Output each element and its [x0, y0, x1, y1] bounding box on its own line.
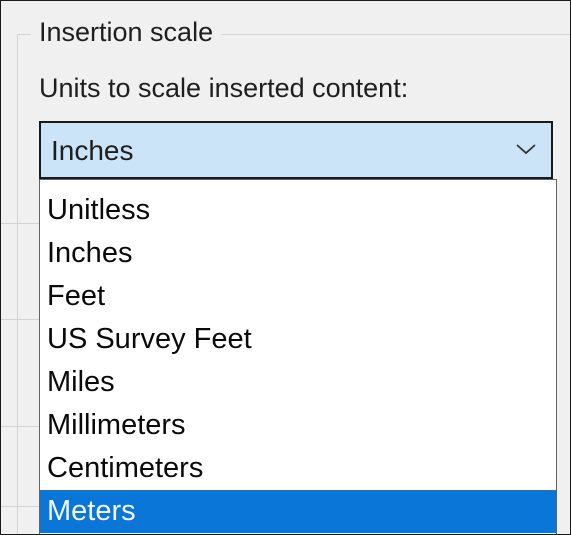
units-dropdown-list[interactable]: Unitless Inches Feet US Survey Feet Mile… [39, 179, 557, 534]
option-centimeters[interactable]: Centimeters [40, 447, 556, 490]
option-meters[interactable]: Meters [40, 490, 556, 533]
separator-line [1, 506, 41, 507]
option-unitless[interactable]: Unitless [40, 189, 556, 232]
option-miles[interactable]: Miles [40, 361, 556, 404]
units-prompt-label: Units to scale inserted content: [39, 73, 409, 103]
group-title: Insertion scale [31, 15, 222, 49]
separator-line [1, 223, 41, 224]
option-inches[interactable]: Inches [40, 232, 556, 275]
group-box-border-left [17, 34, 18, 534]
separator-line [1, 319, 41, 320]
chevron-down-icon[interactable] [515, 141, 537, 157]
dialog-panel: Insertion scale Units to scale inserted … [0, 0, 571, 535]
option-feet[interactable]: Feet [40, 275, 556, 318]
units-combo-box[interactable]: Inches [39, 121, 553, 179]
combo-selected-value: Inches [51, 135, 134, 166]
separator-line [1, 426, 41, 427]
option-us-survey-feet[interactable]: US Survey Feet [40, 318, 556, 361]
option-millimeters[interactable]: Millimeters [40, 404, 556, 447]
